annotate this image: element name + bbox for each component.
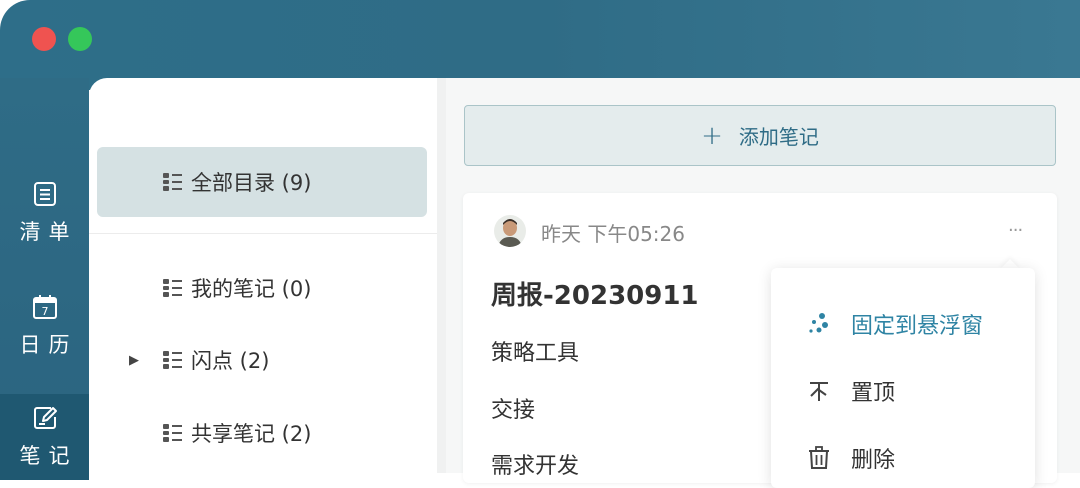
plus-icon: + — [701, 120, 723, 151]
user-avatar-icon — [494, 215, 526, 247]
trash-icon — [809, 446, 829, 469]
close-window-button[interactable] — [32, 27, 56, 51]
calendar-day-number: 7 — [41, 305, 48, 318]
catalog-item-label: 闪点 (2) — [191, 349, 270, 373]
maximize-window-button[interactable] — [68, 27, 92, 51]
expand-arrow-icon[interactable]: ▶ — [129, 353, 139, 368]
catalog-list-icon — [163, 351, 182, 369]
catalog-item-my-notes[interactable]: 我的笔记 (0) — [97, 253, 427, 323]
catalog-item-all[interactable]: 全部目录 (9) — [97, 147, 427, 217]
menu-item-label: 固定到悬浮窗 — [851, 314, 984, 339]
add-note-button[interactable]: + 添加笔记 — [464, 105, 1056, 166]
menu-item-delete[interactable]: 删除 — [771, 428, 1035, 488]
catalog-item-shared[interactable]: 共享笔记 (2) — [97, 398, 427, 468]
rail-item-calendar[interactable]: 7 日历 — [0, 283, 89, 369]
panel-divider — [437, 78, 446, 473]
menu-item-label: 删除 — [851, 448, 896, 473]
title-bar — [0, 0, 1080, 90]
rail-item-label: 清单 — [19, 220, 78, 244]
app-window: 清单 7 日历 笔记 全部目录 (9) 我的笔记 (0) ▶ 闪点 (2) 共享… — [0, 0, 1080, 488]
rail-item-label: 日历 — [19, 333, 78, 357]
catalog-item-label: 共享笔记 (2) — [191, 422, 312, 446]
note-content-line: 交接 — [491, 398, 536, 423]
catalog-list-icon — [163, 173, 182, 191]
note-timestamp: 昨天 下午05:26 — [541, 222, 685, 246]
rail-item-list[interactable]: 清单 — [0, 170, 89, 256]
catalog-list-icon — [163, 424, 182, 442]
menu-item-pin-float[interactable]: 固定到悬浮窗 — [771, 294, 1035, 354]
avatar — [494, 215, 526, 247]
catalog-list-icon — [163, 279, 182, 297]
float-window-icon — [809, 313, 828, 333]
note-content-line: 需求开发 — [491, 454, 580, 479]
rail-item-label: 笔记 — [19, 444, 78, 468]
add-note-label: 添加笔记 — [738, 125, 819, 149]
catalog-item-label: 全部目录 (9) — [191, 171, 312, 195]
nav-rail: 清单 7 日历 笔记 — [0, 78, 89, 480]
note-title: 周报-20230911 — [491, 281, 699, 311]
note-content-line: 策略工具 — [491, 341, 580, 366]
list-icon — [33, 182, 56, 206]
menu-item-pin-top[interactable]: 置顶 — [771, 361, 1035, 421]
catalog-item-label: 我的笔记 (0) — [191, 277, 312, 301]
calendar-icon: 7 — [32, 295, 57, 319]
more-options-icon[interactable]: ··· — [1008, 220, 1023, 241]
rail-item-notes[interactable]: 笔记 — [0, 394, 89, 480]
catalog-divider — [89, 233, 437, 234]
catalog-item-flash[interactable]: ▶ 闪点 (2) — [97, 325, 427, 395]
note-edit-icon — [33, 407, 57, 429]
menu-item-label: 置顶 — [851, 381, 896, 406]
pin-top-icon — [810, 382, 828, 401]
